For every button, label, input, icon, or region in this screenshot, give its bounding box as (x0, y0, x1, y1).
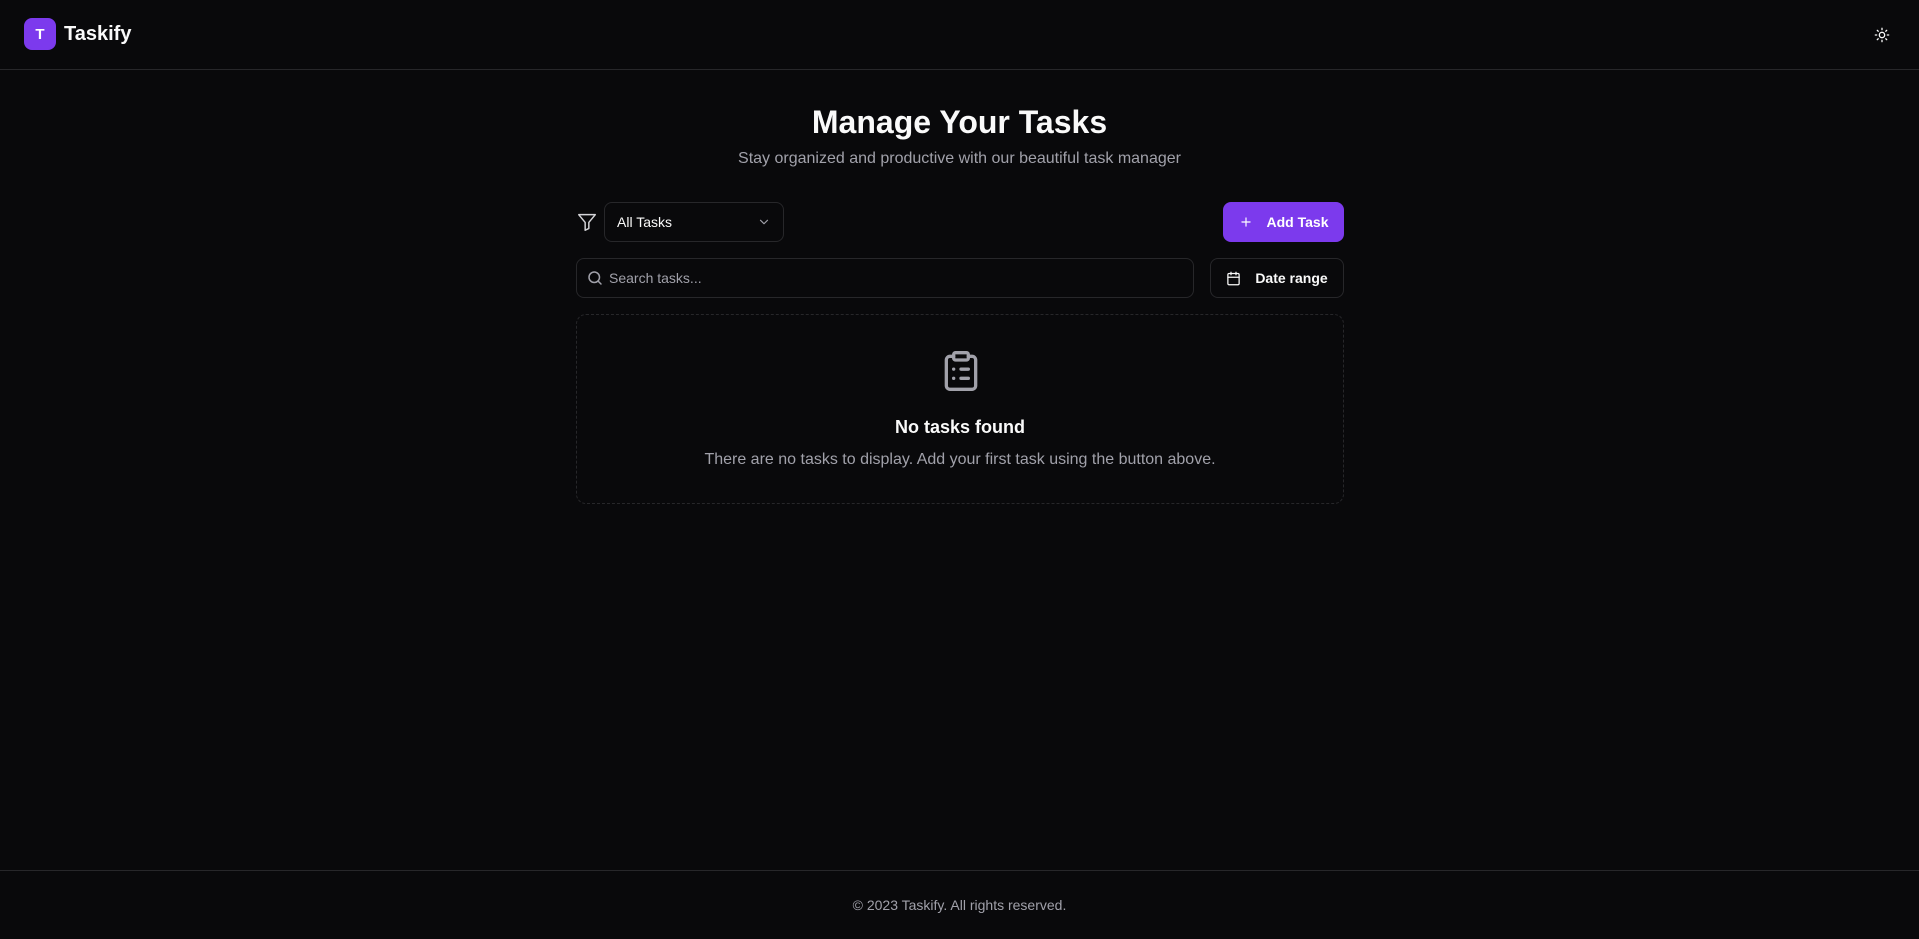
page-subtitle: Stay organized and productive with our b… (738, 150, 1181, 167)
brand-name: Taskify (64, 22, 132, 45)
footer-copyright: © 2023 Taskify. All rights reserved. (852, 897, 1067, 913)
search-input[interactable] (609, 259, 1179, 297)
brand-logo-letter: T (35, 25, 45, 43)
clipboard-list-icon (944, 351, 978, 391)
page-footer: © 2023 Taskify. All rights reserved. (0, 870, 1919, 939)
task-filter-value: All Tasks (617, 214, 672, 230)
add-task-button[interactable]: Add Task (1223, 202, 1344, 242)
brand[interactable]: T Taskify (24, 18, 131, 50)
empty-state-description: There are no tasks to display. Add your … (704, 451, 1216, 468)
filter-icon (578, 213, 596, 231)
plus-icon (1240, 217, 1251, 227)
page-title: Manage Your Tasks (811, 104, 1108, 140)
add-task-label: Add Task (1266, 214, 1329, 230)
search-box (576, 258, 1194, 298)
main-content: Manage Your Tasks Stay organized and pro… (0, 70, 1919, 870)
task-filter-select[interactable]: All Tasks (604, 202, 784, 242)
date-range-button[interactable]: Date range (1210, 258, 1344, 298)
top-header: T Taskify (0, 0, 1919, 70)
app-root: T Taskify Manage Your Tasks Stay organiz… (0, 0, 1919, 939)
theme-toggle-button[interactable] (1867, 20, 1897, 50)
task-toolbar: All Tasks Add Task (576, 202, 1344, 242)
search-row: Date range (576, 258, 1344, 298)
date-range-label: Date range (1255, 270, 1328, 286)
empty-state-title: No tasks found (894, 417, 1025, 437)
search-icon (588, 271, 602, 285)
brand-logo: T (24, 18, 56, 50)
sun-icon (1874, 27, 1890, 43)
empty-state: No tasks found There are no tasks to dis… (576, 314, 1344, 504)
calendar-icon (1227, 271, 1241, 285)
chevron-down-icon (759, 219, 769, 225)
